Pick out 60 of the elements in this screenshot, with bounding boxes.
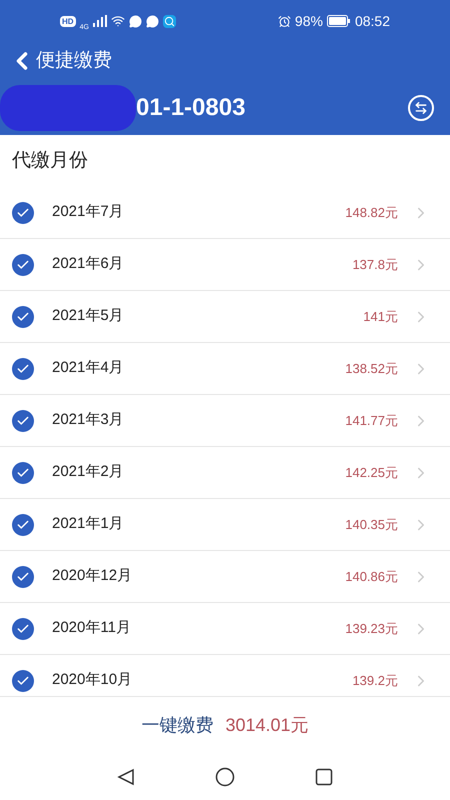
check-icon	[16, 310, 30, 324]
check-icon	[16, 206, 30, 220]
check-icon	[16, 518, 30, 532]
month-label: 2021年2月	[52, 462, 125, 482]
month-checkbox[interactable]	[12, 202, 34, 224]
check-icon	[16, 622, 30, 636]
month-checkbox[interactable]	[12, 306, 34, 328]
battery-percent: 98%	[294, 12, 323, 30]
month-checkbox[interactable]	[12, 514, 34, 536]
amount: 141元	[363, 308, 398, 326]
amount: 140.86元	[345, 568, 398, 586]
recents-nav-icon[interactable]	[315, 768, 333, 786]
check-icon	[16, 674, 30, 688]
amount: 139.2元	[352, 672, 398, 690]
pay-all-label[interactable]: 一键缴费	[141, 712, 214, 739]
month-checkbox[interactable]	[12, 618, 34, 640]
amount: 139.23元	[345, 620, 398, 638]
month-label: 2021年7月	[52, 202, 125, 222]
home-nav-icon[interactable]	[215, 767, 235, 787]
amount: 137.8元	[352, 256, 398, 274]
account-number: 01-1-0803	[136, 92, 246, 122]
back-nav-icon[interactable]	[117, 768, 135, 786]
swap-icon	[414, 100, 428, 114]
month-label: 2021年4月	[52, 358, 125, 378]
month-label: 2020年11月	[52, 618, 132, 638]
clock: 08:52	[354, 12, 390, 30]
month-checkbox[interactable]	[12, 566, 34, 588]
month-checkbox[interactable]	[12, 462, 34, 484]
month-label: 2021年1月	[52, 514, 125, 534]
check-icon	[16, 414, 30, 428]
check-icon	[16, 362, 30, 376]
month-label: 2020年10月	[52, 670, 134, 690]
section-title: 代缴月份	[11, 148, 89, 173]
hd-icon: HD	[60, 16, 76, 26]
switch-button[interactable]	[408, 94, 434, 120]
amount: 140.35元	[345, 516, 398, 534]
amount: 142.25元	[345, 464, 398, 482]
month-label: 2020年12月	[52, 566, 134, 586]
total-amount: 3014.01元	[225, 714, 309, 737]
month-label: 2021年5月	[52, 306, 125, 326]
month-label: 2021年6月	[52, 254, 125, 274]
search-app-icon	[162, 14, 176, 28]
signal-icon	[92, 15, 107, 27]
month-checkbox[interactable]	[12, 670, 34, 692]
battery-icon	[326, 15, 351, 27]
month-label: 2021年3月	[52, 410, 125, 430]
month-checkbox[interactable]	[12, 358, 34, 380]
message-icon	[146, 14, 159, 28]
amount: 148.82元	[345, 204, 398, 222]
check-icon	[16, 258, 30, 272]
check-icon	[16, 466, 30, 480]
page-title: 便捷缴费	[36, 48, 112, 73]
chat-icon	[128, 14, 142, 28]
amount: 138.52元	[345, 360, 398, 378]
month-checkbox[interactable]	[12, 254, 34, 276]
month-checkbox[interactable]	[12, 410, 34, 432]
wifi-icon	[110, 14, 125, 28]
amount: 141.77元	[345, 412, 398, 430]
check-icon	[16, 570, 30, 584]
alarm-icon	[278, 14, 291, 28]
